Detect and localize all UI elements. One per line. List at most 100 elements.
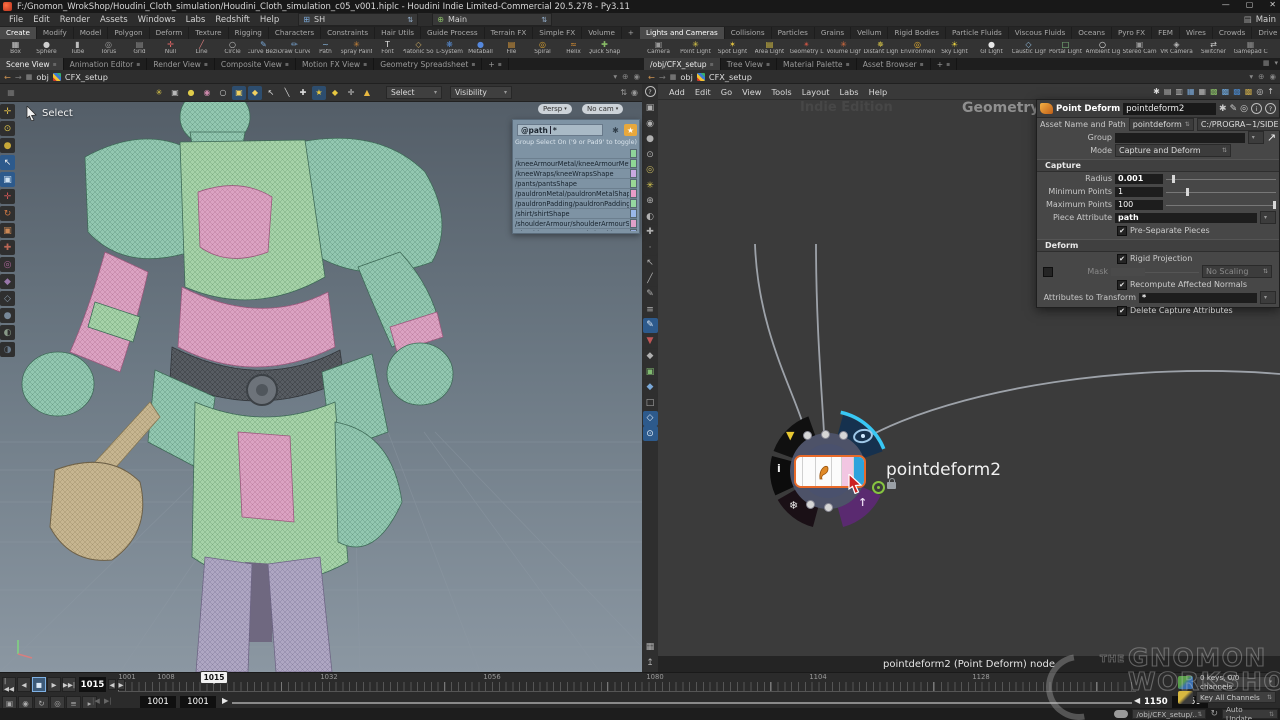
- display-option-icon[interactable]: ▣: [643, 364, 658, 379]
- group-list-item[interactable]: /pauldronPadding/pauldronPaddingS: [515, 199, 637, 209]
- pane-tab[interactable]: Material Palette▪: [777, 58, 857, 70]
- shelf-tab[interactable]: Grains: [815, 27, 851, 39]
- shelf-tool[interactable]: □ Portal Light: [1047, 39, 1084, 58]
- current-frame-field[interactable]: 1015: [79, 677, 106, 692]
- viewport-tool-icon[interactable]: ○: [216, 86, 230, 100]
- min-points-slider[interactable]: [1166, 187, 1276, 197]
- shelf-tool[interactable]: ✏ Draw Curve: [279, 39, 310, 58]
- viewport-side-icon[interactable]: ●: [0, 138, 15, 153]
- shelf-tab[interactable]: Modify: [37, 27, 74, 39]
- gear-icon[interactable]: ✱: [609, 124, 622, 136]
- toolbar-grip-icon[interactable]: ▦: [4, 86, 18, 100]
- shelf-tool[interactable]: ✳ Volume Light: [825, 39, 862, 58]
- shelf-tool[interactable]: ◎ Spiral: [527, 39, 558, 58]
- asset-path-dropdown[interactable]: C:/PROGRA~1/SIDEEF~1/HO...⇅: [1197, 118, 1280, 131]
- asset-name-dropdown[interactable]: pointdeform⇅: [1129, 118, 1194, 131]
- max-points-slider[interactable]: [1166, 200, 1276, 210]
- pane-tab[interactable]: Scene View▪: [0, 58, 64, 70]
- shelf-tool[interactable]: ◎ Environment Light: [899, 39, 936, 58]
- maximize-button[interactable]: ▢: [1246, 0, 1254, 9]
- piece-dropdown-icon[interactable]: ▾: [1260, 211, 1276, 224]
- network-toolbar-icon[interactable]: ↑: [1267, 87, 1274, 96]
- viewport-side-icon[interactable]: ✛: [0, 189, 15, 204]
- shelf-tab[interactable]: Rigid Bodies: [888, 27, 945, 39]
- menu-item[interactable]: Labs: [181, 15, 211, 25]
- display-option-icon[interactable]: ●: [643, 132, 658, 147]
- network-toolbar-icon[interactable]: ◎: [1256, 87, 1263, 96]
- min-points-input[interactable]: 1: [1115, 187, 1163, 197]
- viewport-side-icon[interactable]: ↻: [0, 206, 15, 221]
- shelf-tab[interactable]: Polygon: [108, 27, 149, 39]
- help-icon[interactable]: ?: [645, 86, 656, 97]
- sort-icon[interactable]: ⇅: [620, 88, 627, 97]
- viewport-tool-icon[interactable]: ◆: [328, 86, 342, 100]
- display-option-icon[interactable]: ✳: [643, 178, 658, 193]
- network-menu-item[interactable]: Go: [716, 87, 737, 97]
- step-back-button[interactable]: ◀: [108, 679, 116, 690]
- network-menu-item[interactable]: Add: [664, 87, 690, 97]
- back-icon[interactable]: ←: [648, 72, 655, 82]
- shelf-tool[interactable]: ▤ File: [496, 39, 527, 58]
- param-node-name-input[interactable]: pointdeform2: [1123, 103, 1216, 115]
- shelf-tab[interactable]: Viscous Fluids: [1009, 27, 1072, 39]
- viewport-side-icon[interactable]: ✚: [0, 240, 15, 255]
- shelf-tool[interactable]: ● Sphere: [31, 39, 62, 58]
- display-option-icon[interactable]: □: [643, 395, 658, 410]
- viewport-tool-icon[interactable]: ◉: [200, 86, 214, 100]
- transport-button[interactable]: ■: [32, 677, 46, 692]
- hamburger-icon[interactable]: ▤: [1244, 15, 1252, 25]
- shelf-tab[interactable]: Pyro FX: [1112, 27, 1152, 39]
- info-icon[interactable]: i: [1251, 103, 1262, 114]
- viewport-tool-icon[interactable]: ●: [184, 86, 198, 100]
- network-menu-item[interactable]: Layout: [797, 87, 835, 97]
- menu-item[interactable]: Help: [255, 15, 284, 25]
- global-start-field[interactable]: 1001: [140, 696, 176, 708]
- help-icon[interactable]: ?: [1265, 103, 1276, 114]
- back-icon[interactable]: ←: [4, 72, 11, 82]
- visibility-dropdown[interactable]: Visibility▾: [450, 86, 512, 99]
- shelf-tab[interactable]: Rigging: [229, 27, 269, 39]
- shelf-tab[interactable]: Lights and Cameras: [640, 27, 725, 39]
- network-toolbar-icon[interactable]: ▤: [1164, 87, 1172, 96]
- display-option-icon[interactable]: ◆: [643, 380, 658, 395]
- message-bubble-icon[interactable]: [1114, 710, 1128, 718]
- shelf-tab[interactable]: Create: [0, 27, 37, 39]
- transport-button[interactable]: ◀: [17, 677, 31, 692]
- network-menu-item[interactable]: Labs: [835, 87, 864, 97]
- viewport-side-icon[interactable]: ◑: [0, 342, 15, 357]
- viewport-tool-icon[interactable]: ▣: [232, 86, 246, 100]
- network-toolbar-icon[interactable]: ▩: [1222, 87, 1230, 96]
- group-list-item[interactable]: /pauldronMetal/pauldronMetalShape: [515, 189, 637, 199]
- pane-tab[interactable]: Tree View▪: [721, 58, 777, 70]
- shelf-tool[interactable]: ▤ Grid: [124, 39, 155, 58]
- key-all-channels-dropdown[interactable]: Key All Channels⇅: [1196, 691, 1276, 703]
- shelf-tool[interactable]: ● GI Light: [973, 39, 1010, 58]
- group-dropdown-icon[interactable]: ▾: [1248, 131, 1264, 144]
- viewport-side-icon[interactable]: ◎: [0, 257, 15, 272]
- shelf-tool[interactable]: ▦ Box: [0, 39, 31, 58]
- shelf-tool[interactable]: ~ Path: [310, 39, 341, 58]
- shelf-tab[interactable]: +: [622, 27, 641, 39]
- viewport-side-icon[interactable]: ◇: [0, 291, 15, 306]
- network-toolbar-icon[interactable]: ▥: [1175, 87, 1183, 96]
- display-option-icon[interactable]: ◎: [643, 163, 658, 178]
- path-node[interactable]: CFX_setup: [65, 72, 108, 82]
- viewport-side-icon[interactable]: ▣: [0, 172, 15, 187]
- node-input-dot[interactable]: [839, 431, 848, 440]
- minimize-button[interactable]: —: [1222, 0, 1230, 9]
- shelf-tool[interactable]: ✛ Null: [155, 39, 186, 58]
- auto-update-dropdown[interactable]: Auto Update⇅: [1222, 709, 1278, 719]
- delete-capture-checkbox[interactable]: [1117, 306, 1127, 316]
- viewport-side-icon[interactable]: ▣: [0, 223, 15, 238]
- display-option-icon[interactable]: ✎: [643, 287, 658, 302]
- shelf-tool[interactable]: ✳ Point Light: [677, 39, 714, 58]
- flipbook-icon[interactable]: ↥: [643, 655, 658, 670]
- node-input-dot[interactable]: [803, 431, 812, 440]
- shelf-tool[interactable]: ▣ Camera: [640, 39, 677, 58]
- transport-button[interactable]: |◀◀: [2, 677, 16, 692]
- network-menu-item[interactable]: Edit: [690, 87, 716, 97]
- viewport-tool-icon[interactable]: ▲: [360, 86, 374, 100]
- link-icon[interactable]: ◉: [633, 72, 640, 81]
- shelf-tab[interactable]: Constraints: [321, 27, 375, 39]
- shelf-tab[interactable]: Simple FX: [533, 27, 582, 39]
